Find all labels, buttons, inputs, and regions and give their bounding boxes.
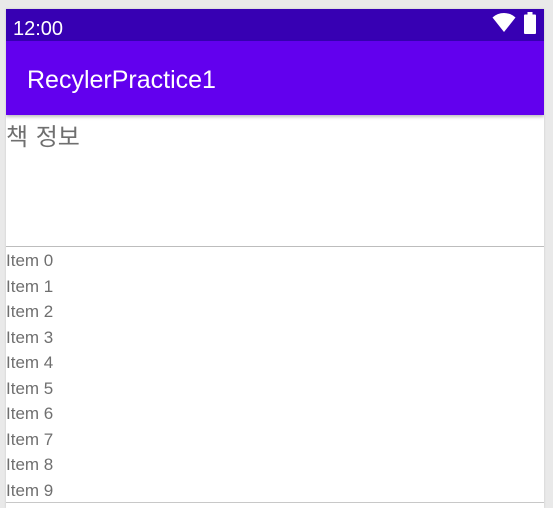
recycler-list[interactable]: Item 0 Item 1 Item 2 Item 3 Item 4 Item …	[6, 248, 544, 503]
list-divider	[6, 502, 544, 503]
battery-icon	[524, 12, 536, 38]
list-item[interactable]: Item 9	[6, 478, 544, 504]
status-bar: 12:00	[6, 9, 544, 41]
list-item[interactable]: Item 6	[6, 401, 544, 427]
list-item[interactable]: Item 4	[6, 350, 544, 376]
list-item[interactable]: Item 5	[6, 376, 544, 402]
list-item[interactable]: Item 1	[6, 274, 544, 300]
book-info-header: 책 정보	[6, 115, 544, 247]
status-icons	[492, 12, 536, 38]
list-item[interactable]: Item 8	[6, 452, 544, 478]
list-item[interactable]: Item 3	[6, 325, 544, 351]
list-item[interactable]: Item 7	[6, 427, 544, 453]
book-info-title: 책 정보	[6, 123, 80, 151]
device-screen: 12:00 RecylerPractice1 책 정보 Item 0 Item …	[6, 9, 544, 508]
status-time: 12:00	[13, 18, 64, 40]
list-item[interactable]: Item 2	[6, 299, 544, 325]
list-item[interactable]: Item 0	[6, 248, 544, 274]
app-title: RecylerPractice1	[27, 66, 216, 94]
app-bar: RecylerPractice1	[6, 41, 544, 115]
wifi-icon	[492, 13, 516, 37]
